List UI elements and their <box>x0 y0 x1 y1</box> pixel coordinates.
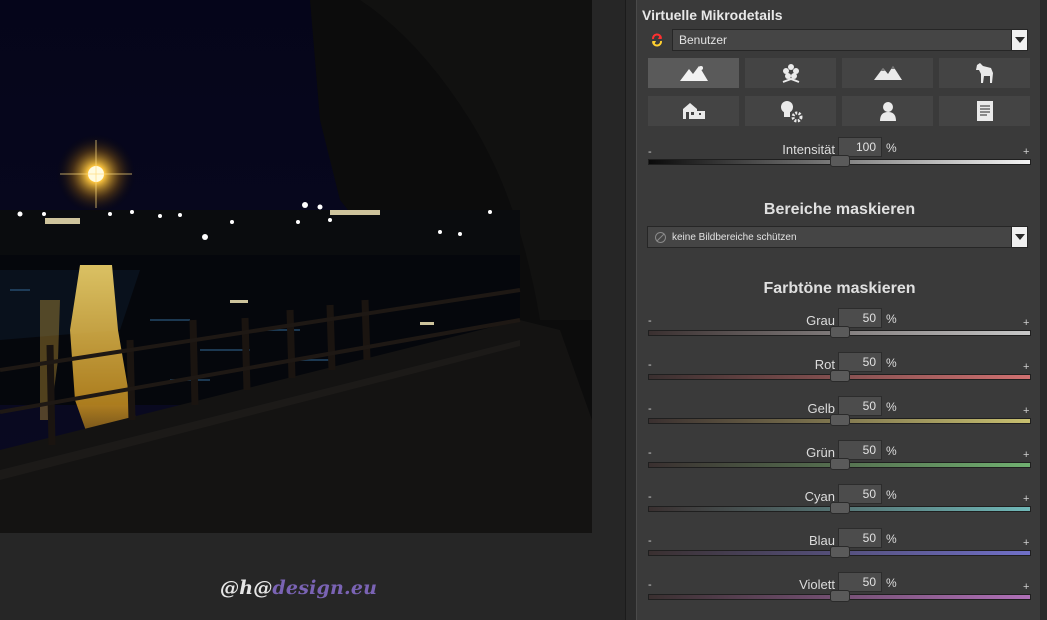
chevron-down-icon[interactable] <box>1011 227 1027 247</box>
tone-unit: % <box>886 576 897 590</box>
tone-minus: - <box>648 315 652 327</box>
intensity-slider-row: Intensität 100 % - + <box>637 136 1042 180</box>
mask-areas-value: keine Bildbereiche schützen <box>672 232 797 243</box>
tone-minus: - <box>648 359 652 371</box>
tone-slider-gelb: Gelb 50% - + <box>637 395 1042 439</box>
intensity-minus: - <box>648 146 652 158</box>
tone-unit: % <box>886 488 897 502</box>
tone-unit: % <box>886 532 897 546</box>
tone-slider-violett: Violett 50% - + <box>637 571 1042 615</box>
tone-plus: + <box>1023 405 1030 417</box>
tone-minus: - <box>648 491 652 503</box>
tone-value-field[interactable]: 50 <box>838 484 882 504</box>
tone-slider-rot: Rot 50% - + <box>637 351 1042 395</box>
tone-value-field[interactable]: 50 <box>838 528 882 548</box>
settings-panel: Virtuelle Mikrodetails Benutzer Intensit… <box>625 0 1047 620</box>
tone-thumb[interactable] <box>829 458 850 470</box>
reset-preset-icon[interactable] <box>650 33 664 47</box>
watermark-part-1: @h@ <box>220 577 273 599</box>
mask-areas-heading: Bereiche maskieren <box>763 201 916 218</box>
tone-thumb[interactable] <box>829 414 850 426</box>
tone-plus: + <box>1023 581 1030 593</box>
tone-slider-cyan: Cyan 50% - + <box>637 483 1042 527</box>
architecture-preset-button[interactable] <box>647 95 740 127</box>
no-entry-icon <box>655 232 666 243</box>
landscape-icon <box>679 66 708 81</box>
tone-value-field[interactable]: 50 <box>838 352 882 372</box>
tone-slider-blau: Blau 50% - + <box>637 527 1042 571</box>
tone-value-field[interactable]: 50 <box>838 440 882 460</box>
lightbulb-gear-icon <box>780 101 802 123</box>
tone-label: Violett <box>799 577 835 592</box>
preset-value: Benutzer <box>679 33 728 47</box>
mountain-preset-button[interactable] <box>841 57 934 89</box>
tone-minus: - <box>648 579 652 591</box>
night-harbor-photo <box>0 0 592 533</box>
watermark-part-2: design.eu <box>272 577 378 599</box>
tone-value-field[interactable]: 50 <box>838 308 882 328</box>
buildings-icon <box>682 103 705 119</box>
tone-thumb[interactable] <box>829 370 850 382</box>
tone-thumb[interactable] <box>829 590 850 602</box>
tone-value-field[interactable]: 50 <box>838 396 882 416</box>
tone-plus: + <box>1023 361 1030 373</box>
tone-value-field[interactable]: 50 <box>838 572 882 592</box>
mountain-icon <box>873 66 902 80</box>
tone-thumb[interactable] <box>829 502 850 514</box>
document-icon <box>976 101 993 121</box>
animal-preset-button[interactable] <box>938 57 1031 89</box>
mask-tones-heading: Farbtöne maskieren <box>763 280 916 297</box>
tone-plus: + <box>1023 449 1030 461</box>
tone-unit: % <box>886 400 897 414</box>
intensity-unit: % <box>886 141 897 155</box>
panel-title: Virtuelle Mikrodetails <box>642 7 783 23</box>
intensity-plus: + <box>1023 146 1030 158</box>
tone-thumb[interactable] <box>829 326 850 338</box>
tone-plus: + <box>1023 317 1030 329</box>
chevron-down-icon[interactable] <box>1011 30 1027 50</box>
tone-unit: % <box>886 444 897 458</box>
watermark-logo: @h@design.eu <box>220 577 377 599</box>
mask-areas-dropdown[interactable]: keine Bildbereiche schützen <box>647 226 1028 248</box>
tone-minus: - <box>648 447 652 459</box>
tone-slider-gruen: Grün 50% - + <box>637 439 1042 483</box>
landscape-preset-button[interactable] <box>647 57 740 89</box>
horse-icon <box>975 63 993 83</box>
tone-minus: - <box>648 535 652 547</box>
text-preset-button[interactable] <box>938 95 1031 127</box>
tone-thumb[interactable] <box>829 546 850 558</box>
intensity-label: Intensität <box>782 142 835 157</box>
splitter[interactable] <box>592 0 625 533</box>
tone-unit: % <box>886 312 897 326</box>
tone-plus: + <box>1023 493 1030 505</box>
portrait-preset-button[interactable] <box>841 95 934 127</box>
flower-icon <box>782 64 799 83</box>
portrait-icon <box>879 102 896 121</box>
flower-preset-button[interactable] <box>744 57 837 89</box>
virtual-micro-details-panel: Virtuelle Mikrodetails Benutzer Intensit… <box>636 0 1041 620</box>
intensity-value-field[interactable]: 100 <box>838 137 882 157</box>
tone-unit: % <box>886 356 897 370</box>
intensity-thumb[interactable] <box>829 155 850 167</box>
technical-preset-button[interactable] <box>744 95 837 127</box>
tone-plus: + <box>1023 537 1030 549</box>
tone-slider-grau: Grau 50% - + <box>637 307 1042 351</box>
image-preview[interactable] <box>0 0 592 533</box>
tone-minus: - <box>648 403 652 415</box>
preset-dropdown[interactable]: Benutzer <box>672 29 1028 51</box>
